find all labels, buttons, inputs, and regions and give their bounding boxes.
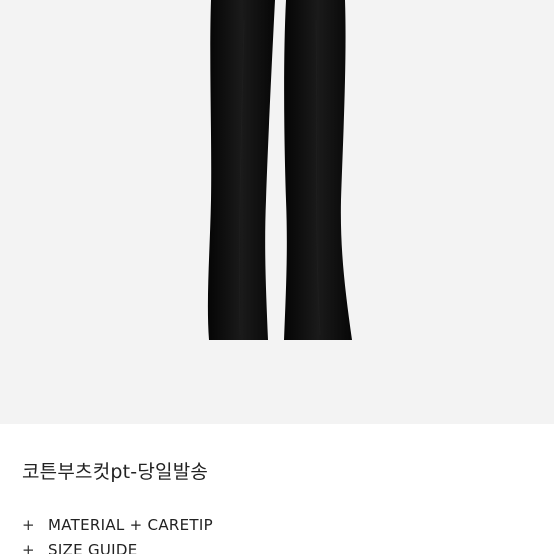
product-info: 코튼부츠컷pt-당일발송 + MATERIAL + CARETIP + SIZE… (0, 424, 554, 554)
product-title: 코튼부츠컷pt-당일발송 (22, 461, 209, 483)
black-flared-pants-image (207, 0, 352, 340)
left-pant-leg (207, 0, 275, 340)
accordion-label: SIZE GUIDE (48, 540, 138, 554)
expand-plus-icon: + (22, 515, 35, 534)
accordion-size-guide[interactable]: + SIZE GUIDE (22, 537, 213, 554)
product-page: 코튼부츠컷pt-당일발송 + MATERIAL + CARETIP + SIZE… (0, 0, 554, 554)
accordion-material-caretip[interactable]: + MATERIAL + CARETIP (22, 512, 213, 537)
product-image[interactable] (0, 0, 554, 424)
expand-plus-icon: + (22, 540, 35, 554)
details-accordion: + MATERIAL + CARETIP + SIZE GUIDE (22, 512, 213, 554)
accordion-label: MATERIAL + CARETIP (48, 515, 213, 534)
